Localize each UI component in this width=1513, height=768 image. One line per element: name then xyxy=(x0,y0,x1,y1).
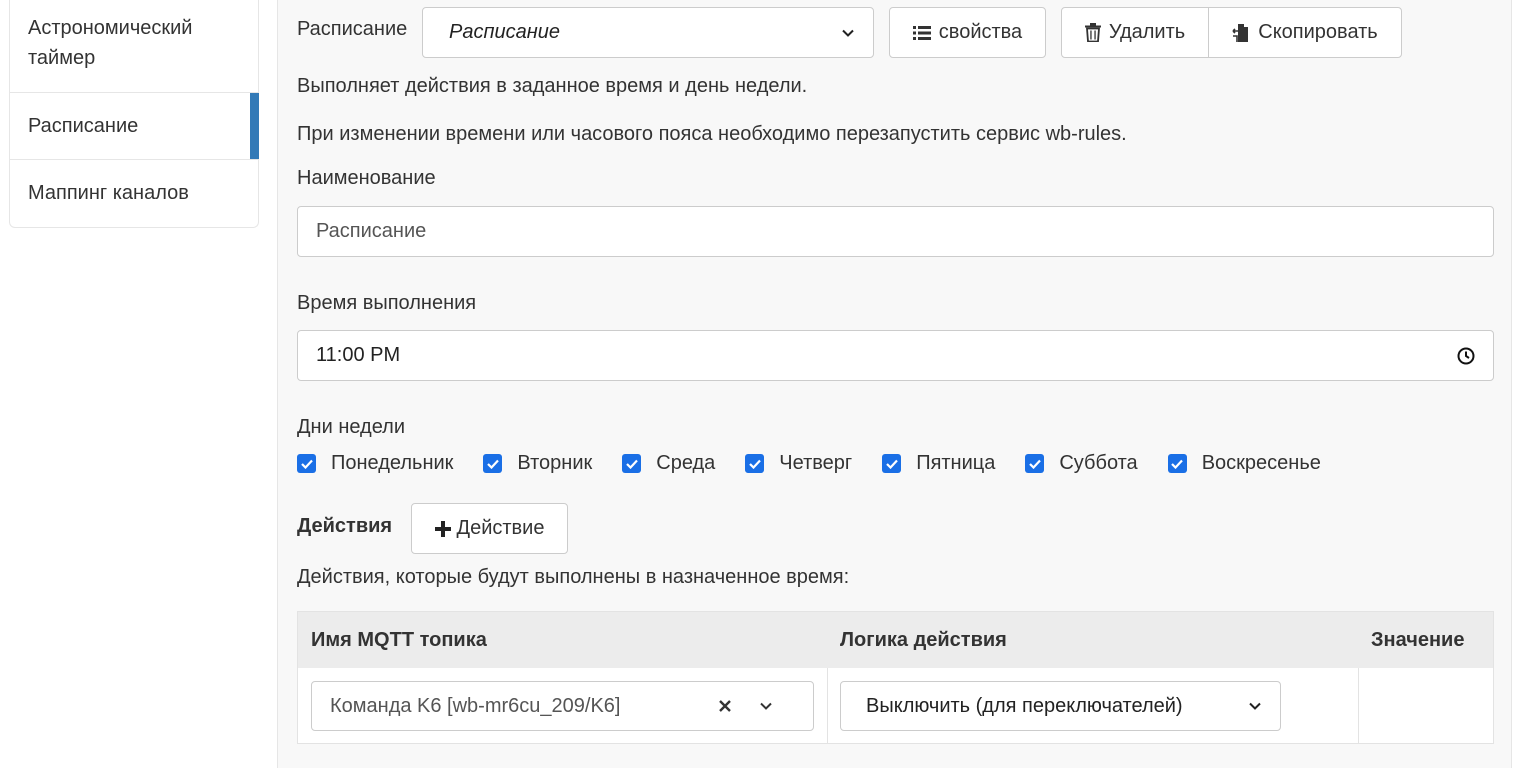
checkbox-checked[interactable] xyxy=(297,454,316,473)
time-field-label: Время выполнения xyxy=(297,292,477,314)
time-input-value: 11:00 PM xyxy=(316,344,401,366)
column-divider xyxy=(1358,668,1359,744)
check-icon xyxy=(1171,459,1183,469)
topic-select-value: Команда K6 [wb-mr6cu_209/K6] xyxy=(330,694,621,717)
properties-button-label: свойства xyxy=(938,21,1023,43)
name-input-value: Расписание xyxy=(316,220,427,242)
weekday-sunday[interactable]: Воскресенье xyxy=(1167,452,1321,475)
weekday-friday[interactable]: Пятница xyxy=(882,452,995,475)
chevron-down-icon[interactable] xyxy=(759,699,773,713)
weekday-label: Пятница xyxy=(916,452,996,474)
actions-heading: Действия xyxy=(297,515,393,537)
sidebar-item-astronomical-timer[interactable]: Астрономический таймер xyxy=(10,0,258,93)
checkbox-checked[interactable] xyxy=(622,454,642,473)
column-header-logic: Логика действия xyxy=(840,628,1007,651)
weekdays-group: Понедельник Вторник Среда Четверг Пятниц… xyxy=(297,452,1321,475)
sidebar-item-schedule[interactable]: Расписание xyxy=(10,93,259,160)
delete-button-label: Удалить xyxy=(1108,21,1186,43)
weekday-label: Суббота xyxy=(1059,452,1138,474)
description-line-2: При изменении времени или часового пояса… xyxy=(297,123,1127,145)
copy-button[interactable]: Скопировать xyxy=(1208,7,1402,58)
sidebar-item-label: Расписание xyxy=(28,114,139,137)
weekday-label: Вторник xyxy=(517,452,593,474)
topic-select[interactable]: Команда K6 [wb-mr6cu_209/K6] xyxy=(311,681,814,731)
rule-type-select[interactable]: Расписание xyxy=(422,7,874,58)
clear-icon[interactable] xyxy=(719,700,731,712)
column-header-topic: Имя MQTT топика xyxy=(311,628,487,651)
list-icon xyxy=(912,25,931,40)
delete-button[interactable]: Удалить xyxy=(1061,7,1209,58)
weekday-wednesday[interactable]: Среда xyxy=(622,452,715,475)
checkbox-checked[interactable] xyxy=(882,454,902,473)
logic-select-value: Выключить (для переключателей) xyxy=(866,694,1183,717)
sidebar-item-label: Маппинг каналов xyxy=(28,182,189,204)
checkbox-checked[interactable] xyxy=(1025,454,1045,473)
trash-icon xyxy=(1084,23,1101,42)
rule-editor-panel: Расписание Расписание свойства Удалить С… xyxy=(277,0,1512,768)
weekday-saturday[interactable]: Суббота xyxy=(1025,452,1138,475)
sidebar-item-channel-mapping[interactable]: Маппинг каналов xyxy=(10,160,258,227)
weekday-label: Понедельник xyxy=(331,452,454,474)
check-icon xyxy=(625,459,638,469)
check-icon xyxy=(300,459,313,469)
copy-icon xyxy=(1232,23,1249,42)
weekday-label: Воскресенье xyxy=(1201,452,1321,474)
chevron-down-icon xyxy=(1249,702,1261,710)
checkbox-checked[interactable] xyxy=(1167,454,1187,473)
checkbox-checked[interactable] xyxy=(745,454,765,473)
copy-button-label: Скопировать xyxy=(1258,21,1378,43)
clock-icon[interactable] xyxy=(1457,347,1475,365)
add-action-button-label: Действие xyxy=(456,517,545,539)
sidebar-item-label: Астрономический таймер xyxy=(28,17,193,69)
rule-type-select-value: Расписание xyxy=(449,21,560,43)
check-icon xyxy=(1029,459,1041,469)
check-icon xyxy=(885,459,898,469)
weekday-label: Четверг xyxy=(779,452,853,474)
weekdays-label: Дни недели xyxy=(297,416,406,438)
rule-type-label: Расписание xyxy=(297,18,408,40)
sidebar: Астрономический таймер Расписание Маппин… xyxy=(9,0,259,228)
actions-hint: Действия, которые будут выполнены в назн… xyxy=(297,566,850,588)
time-input[interactable]: 11:00 PM xyxy=(297,330,1494,381)
plus-icon xyxy=(434,520,451,537)
actions-table: Имя MQTT топика Логика действия Значение… xyxy=(297,611,1494,744)
check-icon xyxy=(487,459,499,469)
weekday-monday[interactable]: Понедельник xyxy=(297,452,453,475)
logic-select[interactable]: Выключить (для переключателей) xyxy=(840,681,1281,731)
column-header-value: Значение xyxy=(1371,628,1465,651)
description-line-1: Выполняет действия в заданное время и де… xyxy=(297,75,808,97)
weekday-thursday[interactable]: Четверг xyxy=(745,452,852,475)
checkbox-checked[interactable] xyxy=(483,454,503,473)
name-field-label: Наименование xyxy=(297,167,436,189)
add-action-button[interactable]: Действие xyxy=(411,503,568,554)
name-input[interactable]: Расписание xyxy=(297,206,1494,257)
chevron-down-icon xyxy=(842,29,854,37)
weekday-tuesday[interactable]: Вторник xyxy=(483,452,592,475)
properties-button[interactable]: свойства xyxy=(889,7,1046,58)
check-icon xyxy=(749,459,761,469)
weekday-label: Среда xyxy=(656,452,716,474)
column-divider xyxy=(827,668,828,744)
